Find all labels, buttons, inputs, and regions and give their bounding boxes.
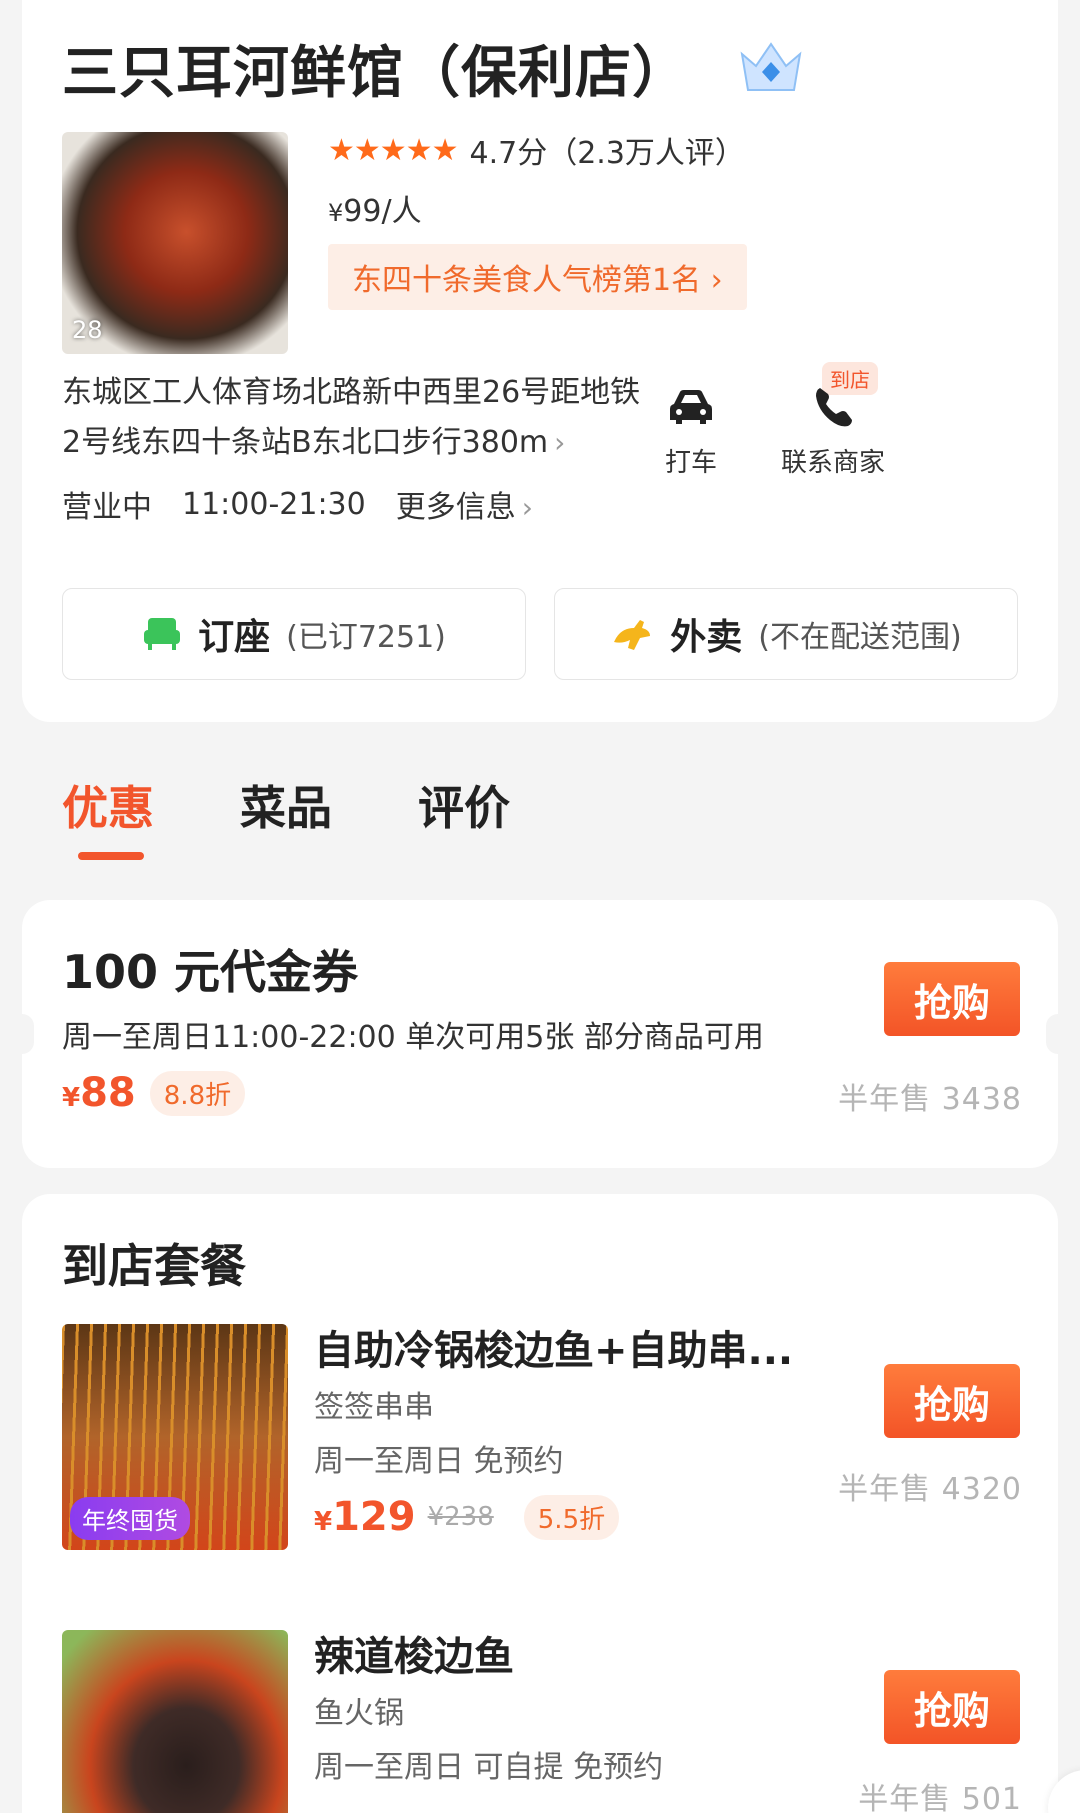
voucher-desc: 周一至周日11:00-22:00 单次可用5张 部分商品可用: [62, 1020, 764, 1055]
voucher-price: 88: [80, 1070, 136, 1116]
ticket-notch-left: [10, 1014, 34, 1054]
chevron-right-icon: ›: [554, 426, 566, 459]
package-price-row: ¥129 ¥238 5.5折: [314, 1494, 620, 1540]
crown-badge-icon: [740, 42, 802, 91]
shop-info-card: 三只耳河鲜馆（保利店） 28 ★★★★★ 4.7分（2.3万人评） ¥99/人 …: [22, 0, 1058, 722]
more-info-link[interactable]: 更多信息 ›: [396, 482, 533, 526]
address-line-1: 东城区工人体育场北路新中西里26号距地铁: [62, 375, 641, 410]
delivery-label: 外卖: [670, 617, 743, 658]
taxi-label: 打车: [664, 448, 717, 478]
shop-photo[interactable]: 28: [62, 132, 288, 354]
voucher-buy-button[interactable]: 抢购: [884, 962, 1020, 1036]
reserve-label: 订座: [198, 617, 271, 658]
package-original-price: ¥238: [427, 1502, 494, 1532]
tab-dishes[interactable]: 菜品: [240, 772, 332, 838]
voucher-title: 100 元代金券: [62, 945, 359, 999]
voucher-price-row: ¥88 8.8折: [62, 1070, 246, 1116]
package-terms: 周一至周日 免预约: [314, 1444, 564, 1479]
contact-merchant-button[interactable]: 联系商家: [768, 382, 898, 479]
promo-tag: 年终囤货: [70, 1497, 190, 1540]
reserve-seat-button[interactable]: 订座 (已订7251): [62, 588, 526, 680]
ticket-notch-right: [1046, 1014, 1070, 1054]
package-buy-button[interactable]: 抢购: [884, 1670, 1020, 1744]
package-name: 自助冷锅梭边鱼+自助串...: [314, 1328, 794, 1374]
delivery-button[interactable]: 外卖 (不在配送范围): [554, 588, 1018, 680]
phone-icon: [816, 388, 852, 427]
delivery-status: (不在配送范围): [758, 620, 962, 655]
packages-card: 到店套餐 年终囤货 自助冷锅梭边鱼+自助串... 签签串串 周一至周日 免预约 …: [22, 1194, 1058, 1813]
section-tabs: 优惠 菜品 评价: [62, 772, 510, 838]
car-icon: [670, 390, 712, 424]
photo-count: 28: [72, 316, 103, 344]
address[interactable]: 东城区工人体育场北路新中西里26号距地铁 2号线东四十条站B东北口步行380m ›: [62, 368, 702, 468]
contact-label: 联系商家: [780, 448, 885, 478]
kangaroo-icon: [614, 620, 651, 650]
shop-title: 三只耳河鲜馆（保利店）: [62, 41, 689, 106]
package-category: 鱼火锅: [314, 1696, 404, 1731]
package-terms: 周一至周日 可自提 免预约: [314, 1750, 664, 1785]
package-image: [62, 1630, 288, 1813]
rank-badge[interactable]: 东四十条美食人气榜第1名 ›: [328, 244, 747, 310]
voucher-card[interactable]: 100 元代金券 周一至周日11:00-22:00 单次可用5张 部分商品可用 …: [10, 900, 1070, 1168]
reserve-count: (已订7251): [286, 620, 446, 655]
package-price: 129: [332, 1494, 416, 1540]
package-discount-badge: 5.5折: [523, 1494, 620, 1540]
sofa-icon: [144, 618, 181, 650]
voucher-sold-count: 半年售 3438: [838, 1082, 1022, 1117]
business-hours[interactable]: 营业中 11:00-21:30 更多信息 ›: [62, 482, 533, 526]
package-image: 年终囤货: [62, 1324, 288, 1550]
avg-price: ¥99/人: [328, 186, 422, 230]
voucher-discount-badge: 8.8折: [149, 1070, 246, 1116]
active-tab-indicator: [78, 852, 144, 860]
package-sold-count: 半年售 501: [858, 1782, 1022, 1813]
rating-row[interactable]: ★★★★★ 4.7分（2.3万人评）: [328, 128, 745, 172]
package-buy-button[interactable]: 抢购: [884, 1364, 1020, 1438]
price-yen: ¥: [328, 199, 344, 227]
taxi-button[interactable]: 打车: [626, 382, 756, 479]
package-category: 签签串串: [314, 1390, 434, 1425]
package-yen: ¥: [314, 1507, 333, 1537]
tab-reviews[interactable]: 评价: [418, 772, 510, 838]
chevron-right-icon: ›: [521, 491, 533, 524]
status-text: 营业中: [62, 490, 152, 525]
more-info-label: 更多信息: [395, 490, 516, 525]
package-name: 辣道梭边鱼: [314, 1634, 514, 1680]
voucher-yen: ¥: [62, 1083, 81, 1113]
packages-section-title: 到店套餐: [62, 1239, 246, 1293]
tab-offers[interactable]: 优惠: [62, 772, 154, 838]
rating-text: 4.7分（2.3万人评）: [469, 136, 745, 171]
price-value: 99/人: [343, 194, 422, 229]
hours-text: 11:00-21:30: [182, 486, 366, 522]
address-line-2: 2号线东四十条站B东北口步行380m: [62, 425, 549, 460]
star-rating-icon: ★★★★★: [328, 132, 458, 168]
package-sold-count: 半年售 4320: [838, 1472, 1022, 1507]
